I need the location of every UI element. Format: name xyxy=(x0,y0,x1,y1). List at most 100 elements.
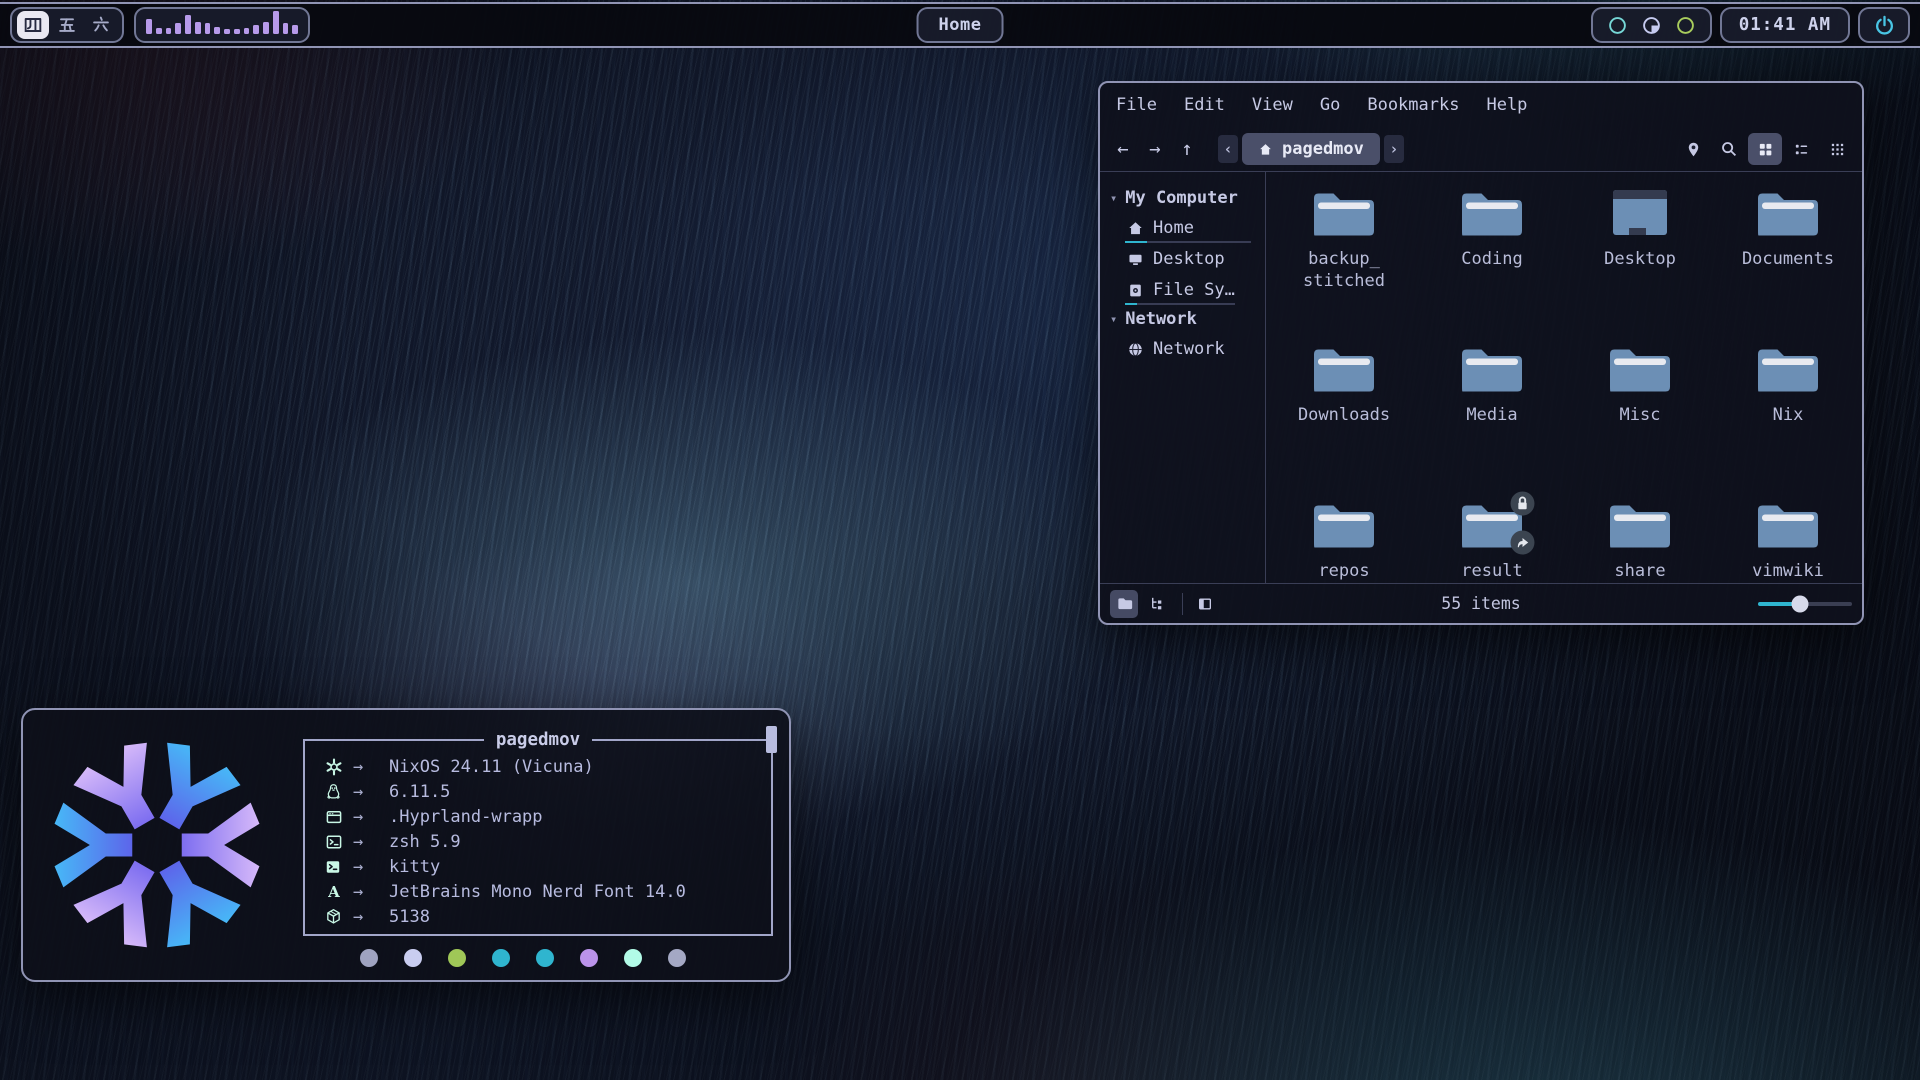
indicator-green-icon[interactable] xyxy=(1676,16,1695,35)
folder-view[interactable]: backup_stitchedCoding Desktop Documents Dow… xyxy=(1266,172,1862,583)
folder-label: Desktop xyxy=(1604,248,1676,270)
folder-nix[interactable]: Nix xyxy=(1718,342,1858,498)
folder-coding[interactable]: Coding xyxy=(1422,186,1562,342)
sidebar-group-network[interactable]: ▾Network xyxy=(1100,305,1265,333)
file-manager-menubar: File Edit View Go Bookmarks Help xyxy=(1100,83,1862,127)
folder-downloads[interactable]: Downloads xyxy=(1274,342,1414,498)
compact-view-button[interactable] xyxy=(1820,133,1854,165)
tree-pane-button[interactable] xyxy=(1142,590,1170,618)
nix-icon xyxy=(325,758,353,776)
terminal-icon xyxy=(325,859,353,875)
active-window-title[interactable]: Home xyxy=(917,7,1004,43)
folder-result[interactable]: result xyxy=(1422,498,1562,583)
sidebar-item-label: Desktop xyxy=(1153,249,1225,269)
fetch-line-linux: →6.11.5 xyxy=(325,779,771,804)
statusbar-separator xyxy=(1182,593,1183,615)
arrow-icon: → xyxy=(353,882,389,902)
home-icon xyxy=(1258,142,1273,157)
visualizer-bar xyxy=(156,28,162,34)
menu-view[interactable]: View xyxy=(1252,95,1293,115)
location-pin-button[interactable] xyxy=(1676,133,1710,165)
icon-size-slider[interactable] xyxy=(1758,594,1852,614)
disk-icon xyxy=(1127,282,1144,299)
folder-share[interactable]: share xyxy=(1570,498,1710,583)
desktop: Home 01:41 AM File Edit View Go Bookmarks Hel… xyxy=(0,0,1920,1080)
window-icon xyxy=(325,808,353,826)
slider-thumb[interactable] xyxy=(1792,595,1809,612)
tab-bar: ‹ pagedmov › xyxy=(1218,133,1404,165)
lock-emblem-icon xyxy=(1510,491,1535,516)
sidebar-item-network[interactable]: Network xyxy=(1100,333,1265,364)
folder-icon xyxy=(1458,186,1526,240)
fetch-line-nix: →NixOS 24.11 (Vicuna) xyxy=(325,754,771,779)
menu-go[interactable]: Go xyxy=(1320,95,1340,115)
sidebar-item-desktop[interactable]: Desktop xyxy=(1100,243,1265,274)
menu-help[interactable]: Help xyxy=(1486,95,1527,115)
top-bar-left xyxy=(10,7,310,43)
folder-misc[interactable]: Misc xyxy=(1570,342,1710,498)
sidebar-item-home[interactable]: Home xyxy=(1100,212,1265,243)
fetch-output: pagedmov →NixOS 24.11 (Vicuna)→6.11.5→.H… xyxy=(273,726,773,964)
sidebar-item-label: Home xyxy=(1153,218,1194,238)
shell-icon xyxy=(325,833,353,851)
search-button[interactable] xyxy=(1712,133,1746,165)
workspace-4-active[interactable] xyxy=(17,11,49,39)
folder-vimwiki[interactable]: vimwiki xyxy=(1718,498,1858,583)
icon-view-button[interactable] xyxy=(1748,133,1782,165)
tab-scroll-left-button[interactable]: ‹ xyxy=(1218,135,1238,163)
package-icon xyxy=(325,908,353,925)
fetch-frame-line xyxy=(592,739,773,741)
forward-button[interactable]: → xyxy=(1140,134,1170,164)
folder-desktop[interactable]: Desktop xyxy=(1570,186,1710,342)
folder-icon xyxy=(1754,186,1822,240)
folder-icon xyxy=(1458,498,1526,552)
workspace-5[interactable] xyxy=(51,11,83,39)
places-pane-button[interactable] xyxy=(1110,590,1138,618)
sidebar-group-my-computer[interactable]: ▾My Computer xyxy=(1100,184,1265,212)
terminal-window[interactable]: pagedmov →NixOS 24.11 (Vicuna)→6.11.5→.H… xyxy=(21,708,791,982)
folder-backup_stitched[interactable]: backup_stitched xyxy=(1274,186,1414,342)
file-manager-body: ▾My ComputerHomeDesktopFile Sy…▾NetworkN… xyxy=(1100,172,1862,583)
folder-repos[interactable]: repos xyxy=(1274,498,1414,583)
folder-label: Media xyxy=(1466,404,1517,426)
workspace-switcher xyxy=(10,7,124,43)
folder-icon xyxy=(1310,186,1378,240)
list-view-button[interactable] xyxy=(1784,133,1818,165)
folder-media[interactable]: Media xyxy=(1422,342,1562,498)
link-emblem-icon xyxy=(1510,530,1535,555)
folder-label: Misc xyxy=(1620,404,1661,426)
fetch-line-shell: →zsh 5.9 xyxy=(325,829,771,854)
visualizer-bar xyxy=(292,25,298,34)
power-button[interactable] xyxy=(1858,7,1910,43)
folder-icon xyxy=(1754,498,1822,552)
visualizer-bar xyxy=(273,11,279,34)
visualizer-bar xyxy=(224,29,230,34)
workspace-6[interactable] xyxy=(85,11,117,39)
power-icon xyxy=(1874,15,1895,36)
fetch-titlebar: pagedmov xyxy=(303,728,773,752)
side-pane-toggle-button[interactable] xyxy=(1191,590,1219,618)
top-bar-right: 01:41 AM xyxy=(1591,7,1910,43)
tab-scroll-right-button[interactable]: › xyxy=(1384,135,1404,163)
visualizer-bar xyxy=(205,23,211,34)
folder-documents[interactable]: Documents xyxy=(1718,186,1858,342)
menu-edit[interactable]: Edit xyxy=(1184,95,1225,115)
menu-file[interactable]: File xyxy=(1116,95,1157,115)
indicator-teal-icon[interactable] xyxy=(1608,16,1627,35)
folder-label: vimwiki xyxy=(1752,560,1824,582)
palette-dot xyxy=(492,949,510,967)
indicator-pie-icon[interactable] xyxy=(1642,16,1661,35)
back-button[interactable]: ← xyxy=(1108,134,1138,164)
visualizer-bar xyxy=(283,23,289,34)
folder-icon xyxy=(1458,342,1526,396)
tab-pagedmov[interactable]: pagedmov xyxy=(1242,133,1380,165)
visualizer-bar xyxy=(263,22,269,34)
item-count: 55 items xyxy=(1441,594,1520,613)
folder-icon xyxy=(1606,498,1674,552)
menu-bookmarks[interactable]: Bookmarks xyxy=(1367,95,1459,115)
up-button[interactable]: ↑ xyxy=(1172,134,1202,164)
status-indicators[interactable] xyxy=(1591,7,1712,43)
terminal-color-palette xyxy=(273,949,773,967)
file-manager-statusbar: 55 items xyxy=(1100,583,1862,623)
sidebar-item-filesy[interactable]: File Sy… xyxy=(1100,274,1265,305)
